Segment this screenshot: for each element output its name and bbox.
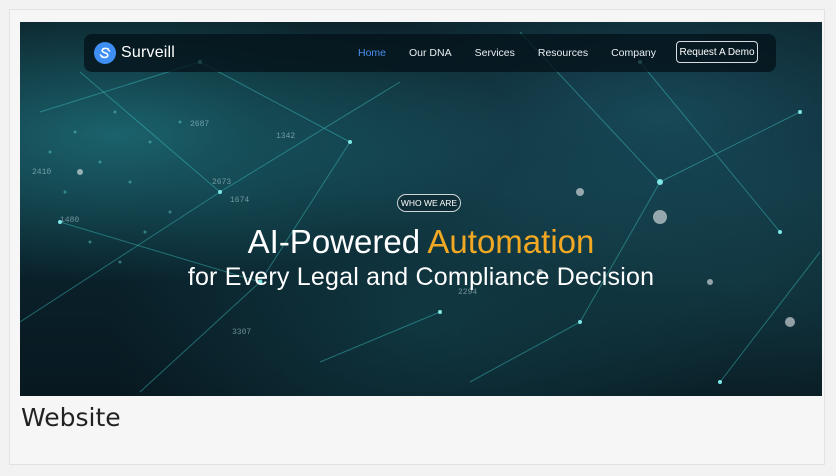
hero-headline: AI-Powered Automation (20, 222, 822, 262)
nav-link-home[interactable]: Home (358, 47, 386, 59)
logo-text: Surveill (121, 44, 176, 61)
who-we-are-pill: WHO WE ARE (397, 194, 461, 212)
nav-link-our-dna[interactable]: Our DNA (409, 47, 452, 59)
logo[interactable]: Surveill (94, 40, 175, 66)
headline-plain: AI-Powered (247, 223, 421, 260)
headline-accent: Automation (427, 223, 595, 260)
background-number: 3307 (232, 328, 252, 337)
background-number: 1342 (276, 132, 296, 141)
background-number: 2410 (32, 168, 52, 177)
nav-link-company[interactable]: Company (611, 47, 656, 59)
caption-label: Website (21, 403, 121, 432)
background-number: 1674 (230, 196, 250, 205)
hero-subheadline: for Every Legal and Compliance Decision (187, 263, 655, 291)
nav-links: Home Our DNA Services Resources Company (358, 34, 679, 72)
background-number: 2673 (212, 178, 232, 187)
hero-banner: 2410 1480 2673 1674 2294 3307 2687 1342 … (20, 22, 822, 396)
nav-link-resources[interactable]: Resources (538, 47, 588, 59)
request-demo-button[interactable]: Request A Demo (676, 41, 758, 63)
top-navigation: Surveill Home Our DNA Services Resources… (84, 34, 776, 72)
background-number: 2687 (190, 120, 210, 129)
nav-link-services[interactable]: Services (475, 47, 515, 59)
surveill-logo-icon (94, 42, 116, 64)
